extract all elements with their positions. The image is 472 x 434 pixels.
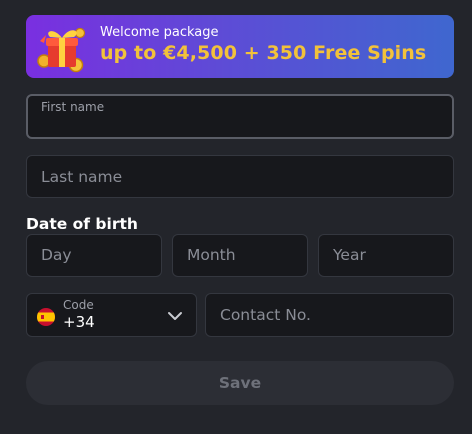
month-field[interactable]: Month	[172, 234, 308, 277]
day-field[interactable]: Day	[26, 234, 162, 277]
first-name-field[interactable]: First name	[26, 94, 454, 139]
promo-title: up to €4,500 + 350 Free Spins	[100, 42, 427, 64]
code-label: Code	[63, 298, 94, 312]
save-button[interactable]: Save	[26, 361, 454, 405]
last-name-placeholder: Last name	[41, 168, 123, 186]
year-field[interactable]: Year	[318, 234, 454, 277]
year-placeholder: Year	[333, 246, 366, 264]
welcome-package-banner: Welcome package up to €4,500 + 350 Free …	[26, 15, 454, 78]
chevron-down-icon[interactable]	[166, 309, 184, 323]
first-name-label: First name	[41, 100, 105, 114]
contact-placeholder: Contact No.	[220, 306, 311, 324]
promo-subtitle: Welcome package	[100, 25, 219, 40]
code-value: +34	[63, 313, 95, 331]
registration-form: Welcome package up to €4,500 + 350 Free …	[0, 0, 472, 434]
contact-number-field[interactable]: Contact No.	[205, 293, 454, 337]
month-placeholder: Month	[187, 246, 236, 264]
gift-icon	[37, 27, 86, 73]
country-code-select[interactable]: Code +34	[26, 293, 197, 337]
day-placeholder: Day	[41, 246, 72, 264]
spain-flag-icon	[37, 308, 55, 326]
dob-label: Date of birth	[26, 215, 138, 233]
last-name-field[interactable]: Last name	[26, 155, 454, 198]
